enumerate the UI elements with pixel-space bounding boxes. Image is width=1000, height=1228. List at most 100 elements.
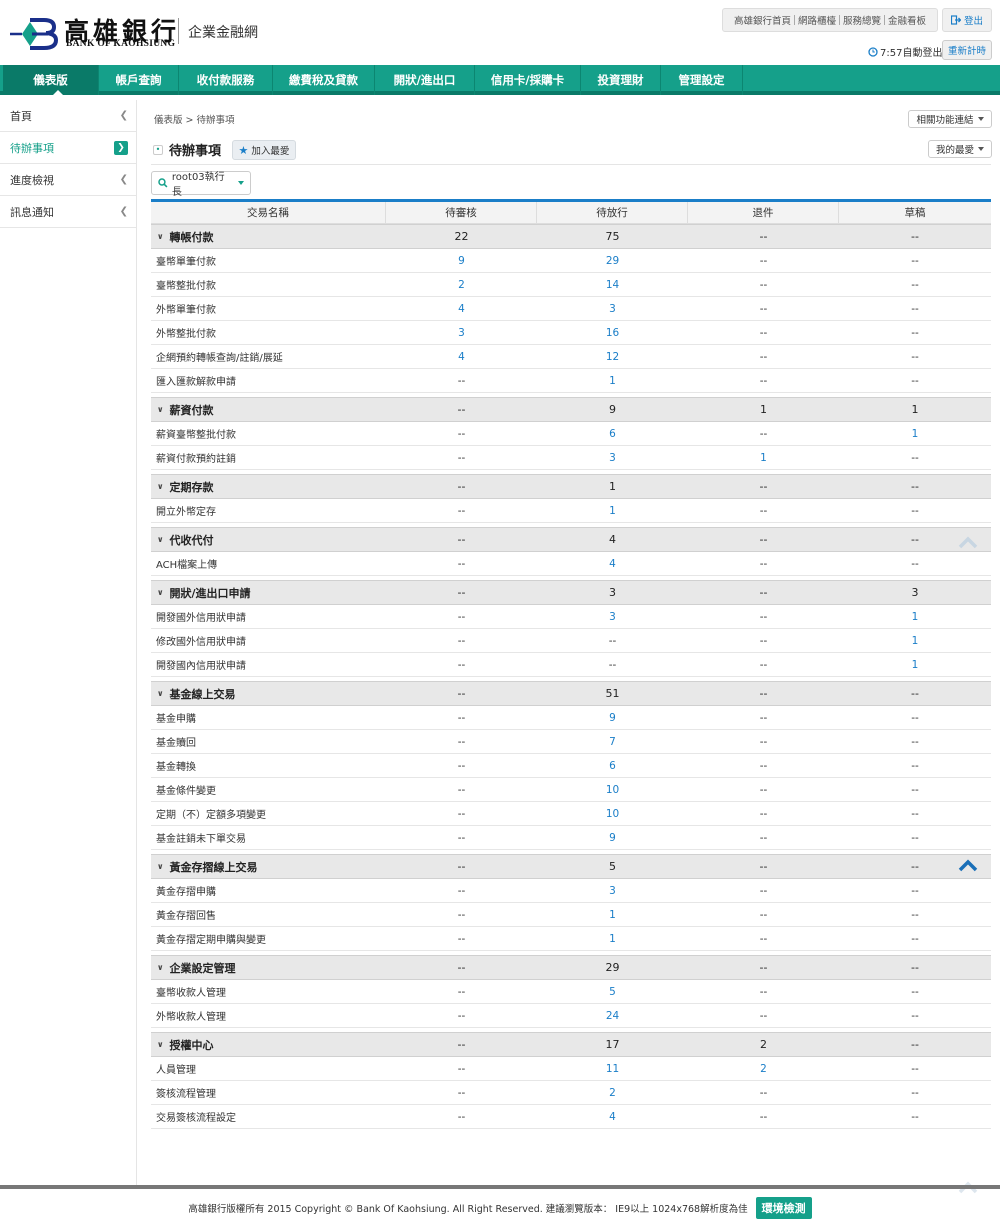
group-title[interactable]: ∨ 企業設定管理 [151, 956, 386, 979]
top-link-services[interactable]: 服務總覽 [840, 13, 884, 27]
group-label: 授權中心 [169, 1038, 214, 1052]
count-link[interactable]: 3 [609, 611, 616, 623]
empty-value: -- [608, 658, 617, 671]
group-title[interactable]: ∨ 開狀/進出口申請 [151, 581, 386, 604]
count-link[interactable]: 6 [609, 428, 616, 440]
chevron-down-icon[interactable]: ∨ [157, 232, 164, 241]
count-link[interactable]: 1 [912, 659, 919, 671]
group-title[interactable]: ∨ 轉帳付款 [151, 225, 386, 248]
bank-logo-icon[interactable] [8, 14, 60, 50]
table-row: 黃金存摺回售 -- 1 -- -- [151, 903, 991, 927]
count-link[interactable]: 1 [912, 428, 919, 440]
group-row[interactable]: ∨ 薪資付款 -- 9 1 1 [151, 397, 991, 422]
count-link[interactable]: 12 [606, 351, 619, 363]
nav-payment-service[interactable]: 收付款服務 [179, 65, 273, 95]
count-link[interactable]: 9 [609, 832, 616, 844]
empty-value: -- [911, 831, 919, 844]
count-link[interactable]: 1 [912, 611, 919, 623]
count-link[interactable]: 5 [609, 986, 616, 998]
group-row[interactable]: ∨ 黃金存摺線上交易 -- 5 -- -- [151, 854, 991, 879]
chevron-down-icon[interactable]: ∨ [157, 963, 164, 972]
group-title[interactable]: ∨ 授權中心 [151, 1033, 386, 1056]
chevron-down-icon[interactable]: ∨ [157, 482, 164, 491]
count-link[interactable]: 3 [609, 885, 616, 897]
sidebar-item-notifications[interactable]: 訊息通知 ❮ [0, 196, 136, 228]
nav-dashboard[interactable]: 儀表版 [3, 65, 99, 95]
count-link[interactable]: 1 [760, 452, 767, 464]
group-row[interactable]: ∨ 開狀/進出口申請 -- 3 -- 3 [151, 580, 991, 605]
count-link[interactable]: 24 [606, 1010, 619, 1022]
add-favorite-button[interactable]: ★ 加入最愛 [232, 140, 296, 160]
group-total: -- [759, 961, 768, 974]
env-check-button[interactable]: 環境檢測 [755, 1197, 812, 1219]
group-row[interactable]: ∨ 定期存款 -- 1 -- -- [151, 474, 991, 499]
count-link[interactable]: 1 [609, 375, 616, 387]
group-title[interactable]: ∨ 黃金存摺線上交易 [151, 855, 386, 878]
count-link[interactable]: 4 [609, 558, 616, 570]
nav-credit-card[interactable]: 信用卡/採購卡 [475, 65, 581, 95]
chevron-down-icon[interactable]: ∨ [157, 405, 164, 414]
count-link[interactable]: 2 [760, 1063, 767, 1075]
top-link-finance-board[interactable]: 金融看板 [885, 13, 929, 27]
count-link[interactable]: 9 [458, 255, 465, 267]
group-total: 3 [911, 586, 919, 599]
group-title[interactable]: ∨ 定期存款 [151, 475, 386, 498]
count-link[interactable]: 3 [609, 452, 616, 464]
sidebar-item-todo[interactable]: 待辦事項 ❯ [0, 132, 136, 164]
group-title[interactable]: ∨ 基金線上交易 [151, 682, 386, 705]
top-link-counter[interactable]: 網路櫃檯 [795, 13, 839, 27]
count-link[interactable]: 7 [609, 736, 616, 748]
chevron-down-icon[interactable]: ∨ [157, 862, 164, 871]
table-cell: -- [839, 345, 991, 368]
count-link[interactable]: 2 [458, 279, 465, 291]
table-cell: -- [688, 249, 839, 272]
group-title[interactable]: ∨ 代收代付 [151, 528, 386, 551]
group-row[interactable]: ∨ 企業設定管理 -- 29 -- -- [151, 955, 991, 980]
count-link[interactable]: 3 [609, 303, 616, 315]
chevron-down-icon[interactable]: ∨ [157, 535, 164, 544]
count-link[interactable]: 4 [458, 303, 465, 315]
count-link[interactable]: 10 [606, 808, 619, 820]
table-cell: 4 [537, 1105, 688, 1128]
reset-timer-button[interactable]: 重新計時 [942, 40, 992, 60]
related-links-dropdown[interactable]: 相關功能連結 [908, 110, 992, 128]
count-link[interactable]: 1 [609, 933, 616, 945]
group-row[interactable]: ∨ 授權中心 -- 17 2 -- [151, 1032, 991, 1057]
table-row: 外幣收款人管理 -- 24 -- -- [151, 1004, 991, 1028]
chevron-down-icon[interactable]: ∨ [157, 1040, 164, 1049]
count-link[interactable]: 11 [606, 1063, 619, 1075]
count-link[interactable]: 6 [609, 760, 616, 772]
nav-investment[interactable]: 投資理財 [581, 65, 661, 95]
nav-account-inquiry[interactable]: 帳戶查詢 [99, 65, 179, 95]
count-link[interactable]: 1 [609, 505, 616, 517]
count-link[interactable]: 16 [606, 327, 619, 339]
org-user-select[interactable]: root03執行長 [151, 171, 251, 198]
my-favorites-dropdown[interactable]: 我的最愛 [928, 140, 992, 158]
count-link[interactable]: 1 [912, 635, 919, 647]
group-title[interactable]: ∨ 薪資付款 [151, 398, 386, 421]
count-link[interactable]: 9 [609, 712, 616, 724]
chevron-down-icon[interactable]: ∨ [157, 588, 164, 597]
sidebar-item-progress[interactable]: 進度檢視 ❮ [0, 164, 136, 196]
logout-button[interactable]: 登出 [942, 8, 992, 32]
count-link[interactable]: 14 [606, 279, 619, 291]
count-link[interactable]: 3 [458, 327, 465, 339]
count-link[interactable]: 1 [609, 909, 616, 921]
table-cell: 4 [386, 345, 537, 368]
group-row[interactable]: ∨ 代收代付 -- 4 -- -- [151, 527, 991, 552]
count-link[interactable]: 2 [609, 1087, 616, 1099]
nav-tax-loan[interactable]: 繳費稅及貸款 [273, 65, 375, 95]
scroll-top-icon[interactable] [958, 535, 978, 549]
sidebar-item-home[interactable]: 首頁 ❮ [0, 100, 136, 132]
nav-settings[interactable]: 管理設定 [661, 65, 743, 95]
group-row[interactable]: ∨ 轉帳付款 22 75 -- -- [151, 224, 991, 249]
chevron-down-icon[interactable]: ∨ [157, 689, 164, 698]
count-link[interactable]: 4 [458, 351, 465, 363]
nav-lc-trade[interactable]: 開狀/進出口 [375, 65, 475, 95]
count-link[interactable]: 10 [606, 784, 619, 796]
count-link[interactable]: 29 [606, 255, 619, 267]
count-link[interactable]: 4 [609, 1111, 616, 1123]
scroll-top-icon[interactable] [958, 858, 978, 872]
group-row[interactable]: ∨ 基金線上交易 -- 51 -- -- [151, 681, 991, 706]
top-link-home[interactable]: 高雄銀行首頁 [731, 13, 794, 27]
